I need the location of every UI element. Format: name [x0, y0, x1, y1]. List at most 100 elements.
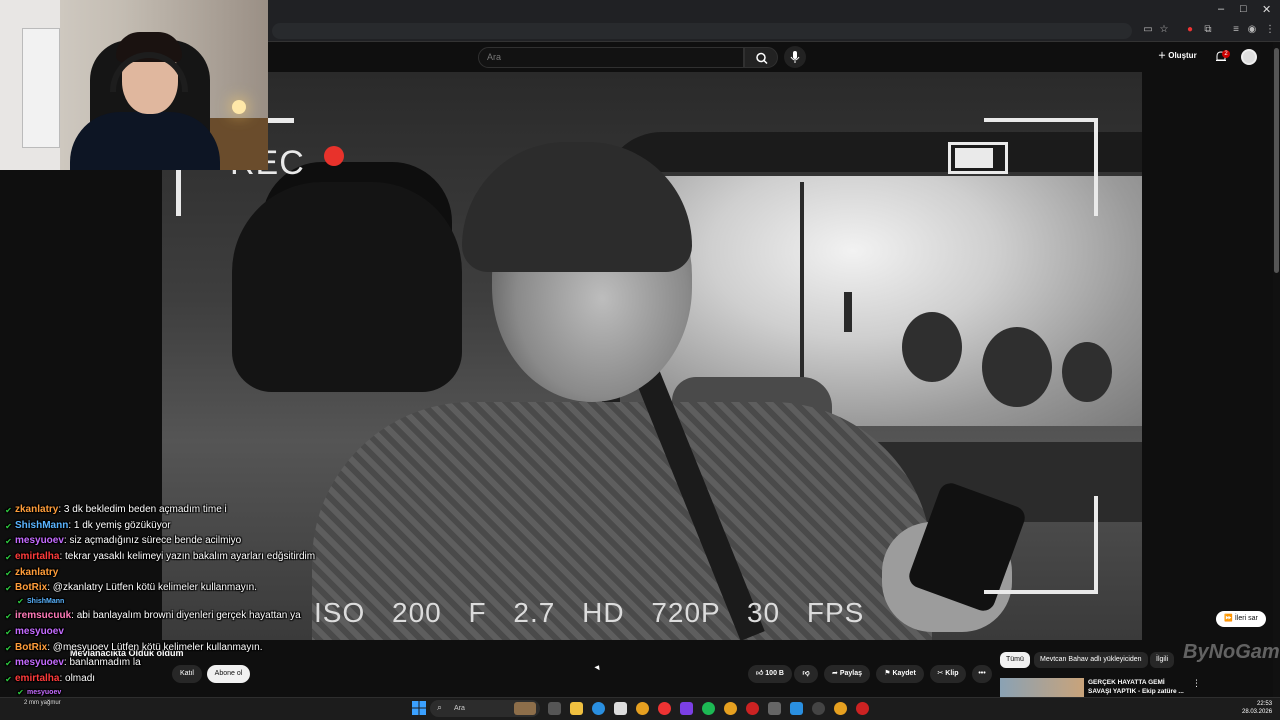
- chat-username[interactable]: BotRix: [15, 582, 47, 593]
- chat-badge-icon: ✔: [5, 612, 12, 622]
- share-button[interactable]: ➦ Paylaş: [824, 665, 870, 683]
- tab-search-icon[interactable]: ≡: [1230, 24, 1242, 36]
- create-button[interactable]: ＋ Oluştur: [1158, 50, 1197, 61]
- url-field[interactable]: [272, 23, 1132, 39]
- chip-all[interactable]: Tümü: [1000, 652, 1030, 668]
- chat-text: : @mesyuoev Lütfen kötü kelimeler kullan…: [47, 641, 263, 653]
- chat-badge-icon: ✔: [5, 674, 12, 684]
- purple-app-icon[interactable]: [680, 702, 693, 715]
- chat-badge-icon: ✔: [5, 537, 12, 547]
- chat-username[interactable]: BotRix: [15, 642, 47, 653]
- store-icon[interactable]: [614, 702, 627, 715]
- edge-icon[interactable]: [592, 702, 605, 715]
- close-button[interactable]: ✕: [1262, 3, 1271, 16]
- chat-username[interactable]: mesyuoev: [27, 689, 61, 696]
- chat-message: ✔BotRix: @mesyuoev Lütfen kötü kelimeler…: [4, 640, 404, 656]
- address-bar: ▭ ☆ ● ⧉ ≡ ◉ ⋮: [268, 20, 1280, 42]
- windows-start-icon[interactable]: [412, 701, 426, 715]
- chip-related[interactable]: İlgili: [1150, 652, 1175, 668]
- webcam-door: [22, 28, 60, 148]
- skip-forward-button[interactable]: ⏩ İleri sar: [1216, 611, 1266, 627]
- skip-label: İleri sar: [1234, 615, 1258, 622]
- battery-fill: [955, 148, 993, 168]
- spotify-icon[interactable]: [702, 702, 715, 715]
- red-app-icon[interactable]: [658, 702, 671, 715]
- taskbar-widget-icon[interactable]: [514, 702, 536, 715]
- chrome-icon[interactable]: [724, 702, 737, 715]
- share-label: Paylaş: [839, 670, 862, 677]
- notification-badge: 2: [1222, 50, 1230, 58]
- chat-username[interactable]: mesyuoev: [15, 626, 64, 637]
- chat-message: ✔ iremsucuuk: abi banlayalım browni diyen…: [4, 608, 404, 624]
- taskbar-search-icon: ⌕: [437, 702, 443, 712]
- maximize-button[interactable]: □: [1240, 3, 1247, 15]
- minimize-button[interactable]: –: [1218, 3, 1224, 15]
- chat-badge-icon: ✔: [5, 506, 12, 515]
- chat-badge-icon: ✔: [5, 553, 12, 563]
- voice-search-button[interactable]: [784, 46, 806, 68]
- chat-text: : siz açmadığınız sürece bende acilmiyo: [63, 535, 242, 547]
- microphone-icon: [790, 51, 800, 63]
- watermark-logo: ByNoGame: [1183, 641, 1280, 663]
- recommendation-title[interactable]: GERÇEK HAYATTA GEMİ SAVAŞI YAPTIK - Ekip…: [1088, 678, 1188, 696]
- create-label: Oluştur: [1168, 51, 1197, 60]
- clip-button[interactable]: ✂ Klip: [930, 665, 966, 683]
- extension-icon[interactable]: ●: [1184, 24, 1196, 36]
- chrome-icon[interactable]: [636, 702, 649, 715]
- chat-text: : banlanmadım la: [63, 657, 141, 669]
- file-explorer-icon[interactable]: [570, 702, 583, 715]
- chat-username[interactable]: mesyuoev: [15, 535, 64, 546]
- chat-text: : 3 dk bekledim beden açmadım time i: [58, 504, 227, 515]
- more-actions-button[interactable]: •••: [972, 665, 992, 683]
- task-view-icon[interactable]: [548, 702, 561, 715]
- chrome-icon[interactable]: [834, 702, 847, 715]
- chat-username[interactable]: zkanlatry: [15, 567, 58, 578]
- chat-username[interactable]: iremsucuuk: [15, 610, 71, 621]
- chat-username[interactable]: ShishMann: [15, 520, 68, 531]
- webcam-lamp: [232, 100, 246, 114]
- viewfinder-bracket-bottom-right: [984, 496, 1098, 594]
- like-button[interactable]: 👍︎ 100 B: [748, 665, 792, 683]
- menu-dots-icon[interactable]: ⋮: [1264, 24, 1276, 36]
- clock-date: 28.03.2026: [1242, 709, 1273, 715]
- dislike-button[interactable]: 👎︎: [794, 665, 818, 683]
- chat-text: : 1 dk yemiş gözüküyor: [68, 519, 171, 531]
- recommendation-menu-icon[interactable]: ⋮: [1192, 678, 1201, 689]
- obs-icon[interactable]: [812, 702, 825, 715]
- recording-app-icon[interactable]: [746, 702, 759, 715]
- chat-badge-icon: ✔: [5, 659, 12, 669]
- chat-message: ✔ mesyuoev: [4, 624, 404, 640]
- save-label: Kaydet: [892, 670, 916, 677]
- profile-icon[interactable]: ◉: [1246, 24, 1258, 36]
- chat-badge-icon: ✔: [5, 584, 12, 594]
- clock-time: 22:53: [1257, 701, 1273, 707]
- chat-username[interactable]: emirtalha: [15, 551, 59, 562]
- search-icon: [756, 52, 768, 65]
- chat-username[interactable]: zkanlatry: [15, 504, 58, 515]
- webcam-person-body: [70, 112, 220, 170]
- chat-message: ✔ emirtalha: olmadı: [4, 671, 404, 687]
- extensions-puzzle-icon[interactable]: ⧉: [1202, 24, 1214, 36]
- app-icon[interactable]: [768, 702, 781, 715]
- webcam-overlay: [0, 0, 268, 170]
- avatar[interactable]: [1241, 49, 1257, 65]
- bookmark-star-icon[interactable]: ☆: [1158, 24, 1170, 36]
- taskbar-clock[interactable]: 22:53 28.03.2026: [1242, 700, 1272, 716]
- skip-icon: ⏩: [1224, 615, 1235, 622]
- chat-text: : @zkanlatry Lütfen kötü kelimeler kulla…: [47, 582, 257, 594]
- save-button[interactable]: ⚑ Kaydet: [876, 665, 924, 683]
- app-icon[interactable]: [790, 702, 803, 715]
- app-icon[interactable]: [856, 702, 869, 715]
- chat-username[interactable]: emirtalha: [15, 673, 59, 684]
- chat-badge-icon: ✔: [17, 687, 24, 697]
- weather-widget[interactable]: 2 mm yağmur: [24, 700, 61, 706]
- chat-text: : tekrar yasaklı kelimeyi yazın bakalım …: [59, 551, 316, 563]
- search-button[interactable]: [744, 47, 778, 68]
- chat-message: ✔ ShishMann: [4, 596, 404, 608]
- search-input[interactable]: Ara: [478, 47, 744, 68]
- chat-username[interactable]: mesyuoev: [15, 657, 64, 668]
- chip-uploader[interactable]: Mevtcan Bahav adlı yükleyiciden: [1034, 652, 1148, 668]
- cast-icon[interactable]: ▭: [1142, 24, 1154, 36]
- chat-username[interactable]: ShishMann: [27, 598, 64, 605]
- scrollbar-thumb[interactable]: [1274, 48, 1279, 273]
